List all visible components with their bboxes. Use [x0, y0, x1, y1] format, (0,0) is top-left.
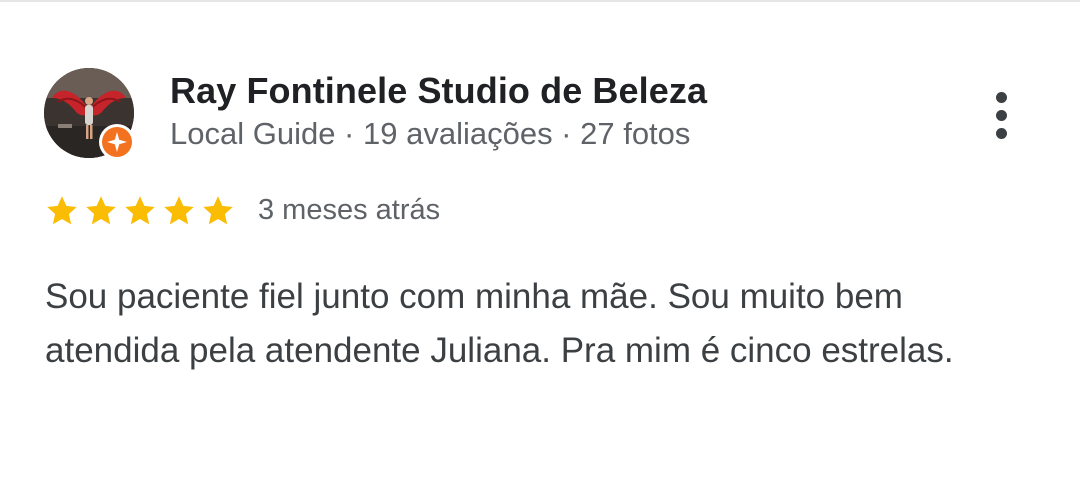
author-name[interactable]: Ray Fontinele Studio de Beleza [170, 70, 707, 112]
star-icon [86, 196, 116, 225]
review-time: 3 meses atrás [258, 194, 441, 226]
star-icon [203, 196, 233, 225]
author-meta: Local Guide · 19 avaliações · 27 fotos [170, 116, 691, 151]
local-guide-badge [99, 124, 135, 160]
star-icon [164, 196, 194, 225]
local-guide-star-icon [107, 132, 127, 152]
star-rating [44, 193, 240, 229]
review-text: Sou paciente fiel junto com minha mãe. S… [45, 277, 954, 370]
star-icon [47, 196, 77, 225]
star-icon [125, 196, 155, 225]
more-options-button[interactable] [982, 86, 1022, 142]
review-card: Ray Fontinele Studio de Beleza Local Gui… [0, 0, 1080, 486]
